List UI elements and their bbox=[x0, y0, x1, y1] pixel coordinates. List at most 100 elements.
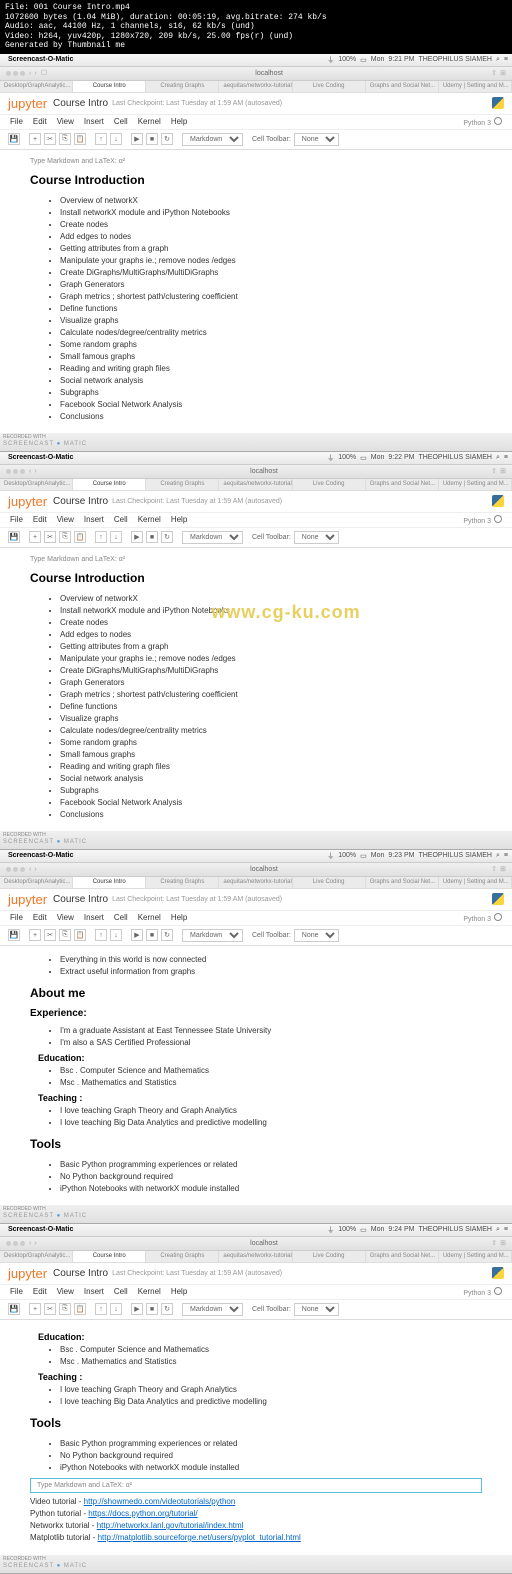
celltype-select[interactable]: Markdown bbox=[182, 133, 243, 146]
thumbnail-2: Screencast-O-Matic⏚100%▭Mon9:22 PMTHEOPH… bbox=[0, 452, 512, 850]
list-item: Overview of networkX bbox=[60, 593, 482, 605]
list-item: Facebook Social Network Analysis bbox=[60, 797, 482, 809]
restart-button[interactable]: ↻ bbox=[161, 133, 173, 145]
menu-file[interactable]: File bbox=[10, 117, 23, 127]
list-item: Social network analysis bbox=[60, 773, 482, 785]
thumbnail-1: Screencast-O-Matic ⏚ 100% ▭ Mon 9:21 PM … bbox=[0, 54, 512, 452]
list-item: Basic Python programming experiences or … bbox=[60, 1159, 482, 1171]
python-tutorial-link[interactable]: https://docs.python.org/tutorial/ bbox=[88, 1509, 197, 1518]
menu-edit[interactable]: Edit bbox=[33, 117, 47, 127]
add-cell-button[interactable]: + bbox=[29, 133, 41, 145]
run-button[interactable]: ▶ bbox=[131, 133, 143, 145]
gen-info: Generated by Thumbnail me bbox=[5, 41, 507, 51]
stop-button[interactable]: ■ bbox=[146, 133, 158, 145]
thumbnail-4: Screencast-O-Matic⏚100%▭Mon9:24 PMTHEOPH… bbox=[0, 1224, 512, 1574]
tabs-icon[interactable]: ⊞ bbox=[500, 69, 506, 77]
window-traffic-lights[interactable] bbox=[6, 71, 25, 76]
list-item: I love teaching Graph Theory and Graph A… bbox=[60, 1105, 482, 1117]
share-icon[interactable]: ⇧ bbox=[491, 69, 497, 77]
kernel-status-icon bbox=[494, 117, 502, 125]
list-item: Some random graphs bbox=[60, 737, 482, 749]
notebook-body[interactable]: Type Markdown and LaTeX: α² Course Intro… bbox=[0, 150, 512, 433]
list-item: I love teaching Big Data Analytics and p… bbox=[60, 1396, 482, 1408]
tab-7[interactable]: Udemy | Setting and M... bbox=[439, 81, 512, 92]
list-item: Create nodes bbox=[60, 617, 482, 629]
move-down-button[interactable]: ↓ bbox=[110, 133, 122, 145]
list-item: Graph metrics ; shortest path/clustering… bbox=[60, 689, 482, 701]
tab-1[interactable]: Desktop/GraphAnalytic... bbox=[0, 81, 73, 92]
sidebar-icon[interactable]: ☐ bbox=[41, 69, 47, 77]
video-info: Video: h264, yuv420p, 1280x720, 209 kb/s… bbox=[5, 32, 507, 42]
menu-view[interactable]: View bbox=[57, 117, 74, 127]
list-item: Subgraphs bbox=[60, 387, 482, 399]
url-field[interactable]: localhost bbox=[51, 70, 487, 77]
tab-4[interactable]: aequitas/networkx-tutorial bbox=[219, 81, 292, 92]
list-item: Reading and writing graph files bbox=[60, 761, 482, 773]
course-heading: Course Introduction bbox=[30, 173, 482, 187]
tab-5[interactable]: Live Coding bbox=[293, 81, 366, 92]
list-item: Create nodes bbox=[60, 219, 482, 231]
wifi-icon[interactable]: ⏚ bbox=[327, 55, 334, 65]
battery-icon[interactable]: ▭ bbox=[360, 56, 367, 64]
list-item: Extract useful information from graphs bbox=[60, 966, 482, 978]
safari-toolbar: ‹› ☐ localhost ⇧⊞ bbox=[0, 67, 512, 81]
notebook-title[interactable]: Course Intro bbox=[53, 98, 108, 109]
copy-button[interactable]: ⎘ bbox=[59, 133, 71, 145]
list-item: I love teaching Big Data Analytics and p… bbox=[60, 1117, 482, 1129]
cut-button[interactable]: ✂ bbox=[44, 133, 56, 145]
video-tutorial-link[interactable]: http://showmedo.com/videotutorials/pytho… bbox=[84, 1497, 236, 1506]
networkx-tutorial-label: Networkx tutorial - bbox=[30, 1521, 97, 1530]
celltoolbar-select[interactable]: None bbox=[294, 133, 339, 146]
python-logo-icon bbox=[492, 97, 504, 109]
list-item: Manipulate your graphs ie.; remove nodes… bbox=[60, 653, 482, 665]
list-item: Msc . Mathematics and Statistics bbox=[60, 1356, 482, 1368]
thumbnail-3: Screencast-O-Matic⏚100%▭Mon9:23 PMTHEOPH… bbox=[0, 850, 512, 1224]
tools-heading: Tools bbox=[30, 1137, 482, 1151]
about-heading: About me bbox=[30, 986, 482, 1000]
networkx-tutorial-link[interactable]: http://networkx.lanl.gov/tutorial/index.… bbox=[97, 1521, 244, 1530]
screencast-watermark: RECORDED WITH SCREENCAST ● MATIC bbox=[0, 433, 512, 451]
menu-kernel[interactable]: Kernel bbox=[138, 117, 161, 127]
list-item: iPython Notebooks with networkX module i… bbox=[60, 1462, 482, 1474]
list-item: Create DiGraphs/MultiGraphs/MultiDiGraph… bbox=[60, 267, 482, 279]
markdown-cell[interactable]: Type Markdown and LaTeX: α² bbox=[30, 1478, 482, 1493]
paste-button[interactable]: 📋 bbox=[74, 133, 86, 145]
list-item: Add edges to nodes bbox=[60, 231, 482, 243]
list-item: Getting attributes from a graph bbox=[60, 243, 482, 255]
list-item: Bsc . Computer Science and Mathematics bbox=[60, 1344, 482, 1356]
day: Mon bbox=[371, 56, 385, 63]
save-button[interactable]: 💾 bbox=[8, 133, 20, 145]
list-item: Install networkX module and iPython Note… bbox=[60, 605, 482, 617]
teaching-heading: Teaching : bbox=[38, 1093, 482, 1103]
menu-icon[interactable]: ≡ bbox=[504, 56, 508, 63]
list-item: Calculate nodes/degree/centrality metric… bbox=[60, 725, 482, 737]
macos-menubar: Screencast-O-Matic ⏚ 100% ▭ Mon 9:21 PM … bbox=[0, 54, 512, 67]
list-item: No Python background required bbox=[60, 1450, 482, 1462]
menu-cell[interactable]: Cell bbox=[114, 117, 128, 127]
back-icon[interactable]: ‹ bbox=[29, 70, 31, 77]
list-item: I'm also a SAS Certified Professional bbox=[60, 1037, 482, 1049]
tab-3[interactable]: Creating Graphs bbox=[146, 81, 219, 92]
list-item: Add edges to nodes bbox=[60, 629, 482, 641]
list-item: Getting attributes from a graph bbox=[60, 641, 482, 653]
tab-6[interactable]: Graphs and Social Net... bbox=[366, 81, 439, 92]
matplotlib-tutorial-link[interactable]: http://matplotlib.sourceforge.net/users/… bbox=[98, 1533, 301, 1542]
move-up-button[interactable]: ↑ bbox=[95, 133, 107, 145]
list-item: Overview of networkX bbox=[60, 195, 482, 207]
list-item: Everything in this world is now connecte… bbox=[60, 954, 482, 966]
search-icon[interactable]: ⌕ bbox=[496, 56, 500, 64]
jupyter-menubar: File Edit View Insert Cell Kernel Help P… bbox=[0, 115, 512, 130]
markdown-prompt: Type Markdown and LaTeX: α² bbox=[30, 158, 482, 165]
jupyter-logo[interactable]: jupyter bbox=[8, 96, 47, 111]
list-item: Basic Python programming experiences or … bbox=[60, 1438, 482, 1450]
education-heading: Education: bbox=[38, 1053, 482, 1063]
kernel-name: Python 3 bbox=[463, 120, 491, 127]
menu-insert[interactable]: Insert bbox=[84, 117, 104, 127]
list-item: Facebook Social Network Analysis bbox=[60, 399, 482, 411]
menu-help[interactable]: Help bbox=[171, 117, 187, 127]
tab-2[interactable]: Course Intro bbox=[73, 81, 146, 92]
forward-icon[interactable]: › bbox=[34, 70, 36, 77]
user: THEOPHILUS SIAMEH bbox=[418, 56, 492, 63]
list-item: Some random graphs bbox=[60, 339, 482, 351]
list-item: Define functions bbox=[60, 303, 482, 315]
